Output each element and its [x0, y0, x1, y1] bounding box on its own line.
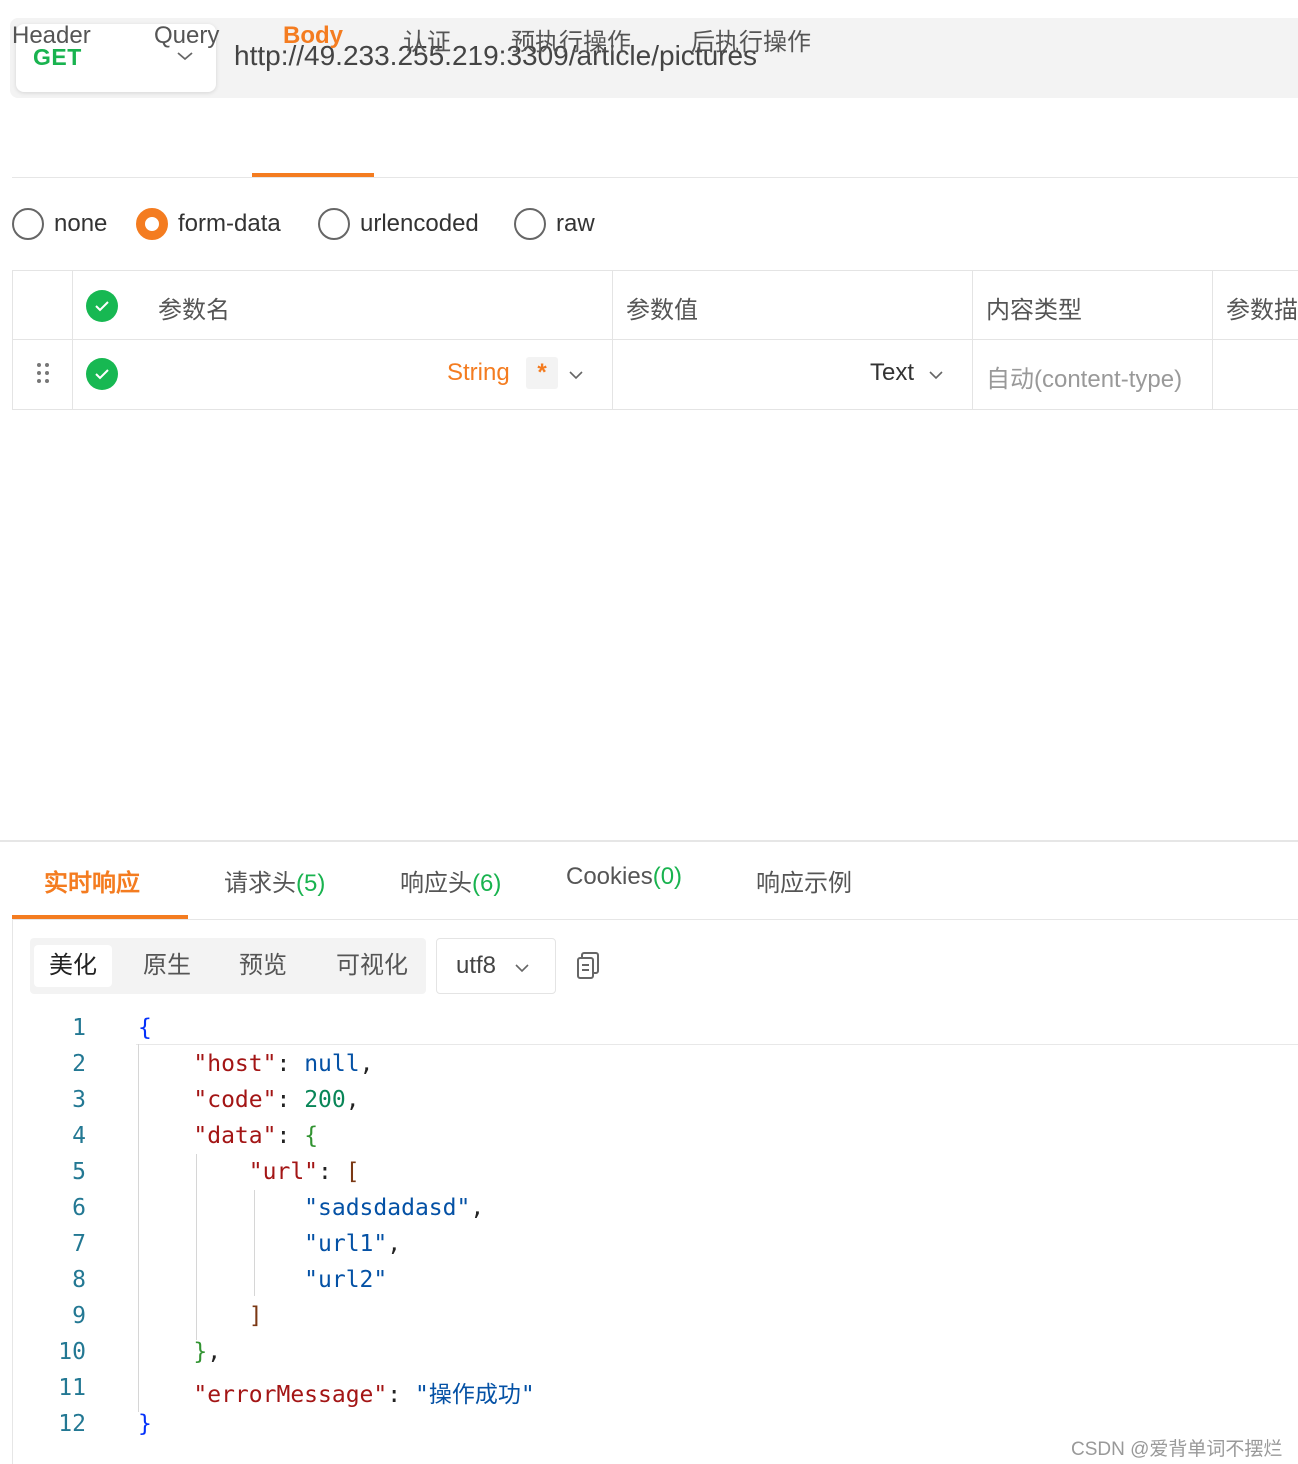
content-type-input[interactable]: 自动(content-type)	[986, 359, 1182, 394]
code-line: "host": null,	[193, 1051, 374, 1077]
copy-icon[interactable]	[576, 952, 600, 980]
radio-form-data[interactable]	[136, 208, 168, 240]
code-line: "code": 200,	[193, 1087, 360, 1113]
line-number: 8	[72, 1267, 86, 1293]
column-header-description: 参数描	[1226, 297, 1298, 324]
value-type-select[interactable]: Text	[870, 359, 914, 387]
radio-raw[interactable]	[514, 208, 546, 240]
chevron-down-icon[interactable]	[929, 370, 943, 380]
radio-label-urlencoded: urlencoded	[360, 210, 479, 237]
code-line: "url": [	[248, 1159, 360, 1185]
line-number: 2	[72, 1051, 86, 1077]
code-line: }	[138, 1411, 152, 1437]
panel-divider[interactable]	[0, 840, 1298, 842]
code-line: },	[193, 1339, 222, 1365]
code-line: ]	[248, 1303, 263, 1329]
watermark: CSDN @爱背单词不摆烂	[1071, 1439, 1283, 1460]
tab-post-script[interactable]: 后执行操作	[691, 22, 811, 57]
line-number: 11	[58, 1375, 86, 1401]
column-header-param-name: 参数名	[158, 297, 230, 324]
view-mode-group: 美化 原生 预览 可视化	[30, 938, 426, 994]
line-number: 9	[72, 1303, 86, 1329]
radio-label-raw: raw	[556, 210, 595, 237]
check-icon	[95, 301, 109, 312]
radio-label-form-data: form-data	[178, 210, 281, 237]
tab-auth[interactable]: 认证	[403, 22, 451, 57]
column-header-param-value: 参数值	[626, 297, 698, 324]
line-number: 4	[72, 1123, 86, 1149]
column-header-content-type: 内容类型	[986, 297, 1082, 324]
tab-response-example[interactable]: 响应示例	[756, 863, 852, 898]
drag-handle-icon[interactable]	[37, 363, 51, 385]
tab-pre-script[interactable]: 预执行操作	[511, 22, 631, 57]
required-toggle[interactable]: *	[526, 357, 558, 389]
table-divider	[972, 270, 973, 410]
chevron-down-icon	[177, 52, 193, 61]
tab-query[interactable]: Query	[154, 22, 219, 50]
code-line: "url2"	[304, 1267, 388, 1293]
tab-cookies[interactable]: Cookies(0)	[566, 863, 682, 891]
current-line-highlight	[136, 1044, 1298, 1045]
line-number: 10	[58, 1339, 86, 1365]
line-number: 1	[72, 1015, 86, 1041]
line-number: 6	[72, 1195, 86, 1221]
view-visualize-button[interactable]: 可视化	[324, 945, 420, 987]
tab-body[interactable]: Body	[283, 22, 343, 50]
encoding-label: utf8	[456, 952, 497, 979]
code-line: "sadsdadasd",	[304, 1195, 485, 1221]
table-divider	[72, 270, 73, 410]
line-number: 3	[72, 1087, 86, 1113]
select-all-checkbox[interactable]	[86, 290, 118, 322]
table-row-divider	[12, 339, 1298, 340]
view-raw-button[interactable]: 原生	[126, 945, 208, 987]
line-number: 7	[72, 1231, 86, 1257]
code-panel-border	[12, 920, 13, 1464]
view-pretty-button[interactable]: 美化	[34, 945, 112, 987]
tab-request-headers[interactable]: 请求头(5)	[224, 863, 325, 898]
divider	[12, 919, 1298, 920]
tab-response-headers[interactable]: 响应头(6)	[400, 863, 501, 898]
chevron-down-icon	[515, 964, 529, 973]
tab-live-response[interactable]: 实时响应	[44, 863, 140, 898]
line-number: 12	[58, 1411, 86, 1437]
code-line: "url1",	[304, 1231, 402, 1257]
code-line: "errorMessage": "操作成功"	[193, 1382, 535, 1408]
radio-label-none: none	[54, 210, 108, 237]
encoding-select[interactable]: utf8	[436, 938, 556, 994]
radio-urlencoded[interactable]	[318, 208, 350, 240]
code-line: "data": {	[193, 1123, 319, 1149]
check-icon	[95, 369, 109, 380]
table-divider	[1212, 270, 1213, 410]
divider	[12, 177, 1298, 178]
view-preview-button[interactable]: 预览	[222, 945, 304, 987]
table-divider	[612, 270, 613, 410]
row-checkbox[interactable]	[86, 358, 118, 390]
code-line: {	[138, 1015, 152, 1041]
chevron-down-icon[interactable]	[569, 370, 583, 380]
radio-none[interactable]	[12, 208, 44, 240]
tab-header[interactable]: Header	[12, 22, 91, 50]
param-type-select[interactable]: String	[447, 359, 510, 387]
line-number: 5	[72, 1159, 86, 1185]
